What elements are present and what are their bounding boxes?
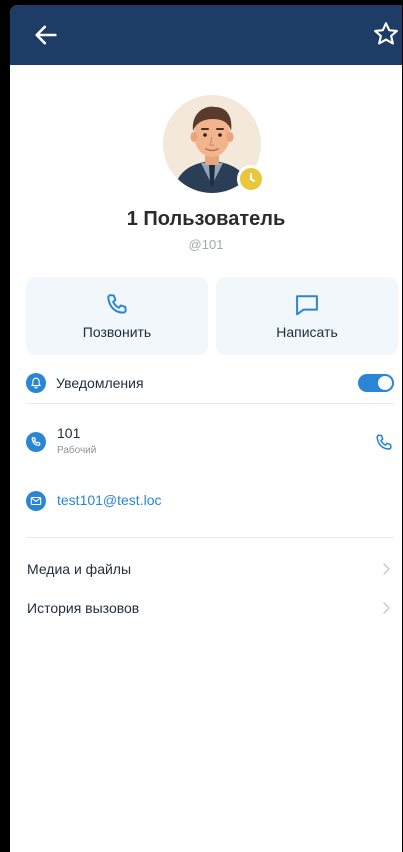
clock-icon xyxy=(250,173,255,182)
email-row: test101@test.loc xyxy=(10,488,402,514)
mail-icon xyxy=(26,491,46,511)
chevron-right-icon xyxy=(383,602,390,614)
status-badge xyxy=(237,165,265,193)
chevron-right-icon xyxy=(383,563,390,575)
call-history-item[interactable]: История вызовов xyxy=(10,596,402,620)
call-button[interactable]: Позвонить xyxy=(26,277,208,355)
phone-circle-icon xyxy=(26,432,46,452)
message-button-label: Написать xyxy=(276,324,338,340)
call-button-label: Позвонить xyxy=(82,324,152,340)
call-history-label: История вызовов xyxy=(27,600,140,616)
media-files-item[interactable]: Медиа и файлы xyxy=(10,557,402,581)
bell-icon xyxy=(26,373,46,393)
divider xyxy=(26,403,394,404)
contact-handle: @101 xyxy=(188,237,224,252)
star-outline-icon[interactable] xyxy=(372,20,400,48)
message-button[interactable]: Написать xyxy=(216,277,398,355)
phone-icon xyxy=(107,294,127,314)
contact-profile-screen: 1 Пользователь @101 Позвонить Написать У… xyxy=(10,5,402,852)
media-files-label: Медиа и файлы xyxy=(27,561,132,577)
notifications-label: Уведомления xyxy=(56,375,144,391)
phone-row: 101 Рабочий xyxy=(10,421,402,461)
notifications-row: Уведомления xyxy=(10,368,402,398)
call-phone-icon[interactable] xyxy=(373,432,395,454)
notifications-toggle[interactable] xyxy=(358,374,394,392)
contact-name: 1 Пользователь xyxy=(126,208,286,230)
app-bar xyxy=(10,5,402,65)
divider xyxy=(26,537,394,538)
email-address[interactable]: test101@test.loc xyxy=(57,492,162,508)
phone-number[interactable]: 101 xyxy=(57,425,80,441)
avatar xyxy=(163,95,265,193)
phone-type: Рабочий xyxy=(57,445,97,456)
toggle-knob xyxy=(378,376,392,390)
arrow-left-icon[interactable] xyxy=(32,21,60,49)
chat-icon xyxy=(296,295,318,316)
